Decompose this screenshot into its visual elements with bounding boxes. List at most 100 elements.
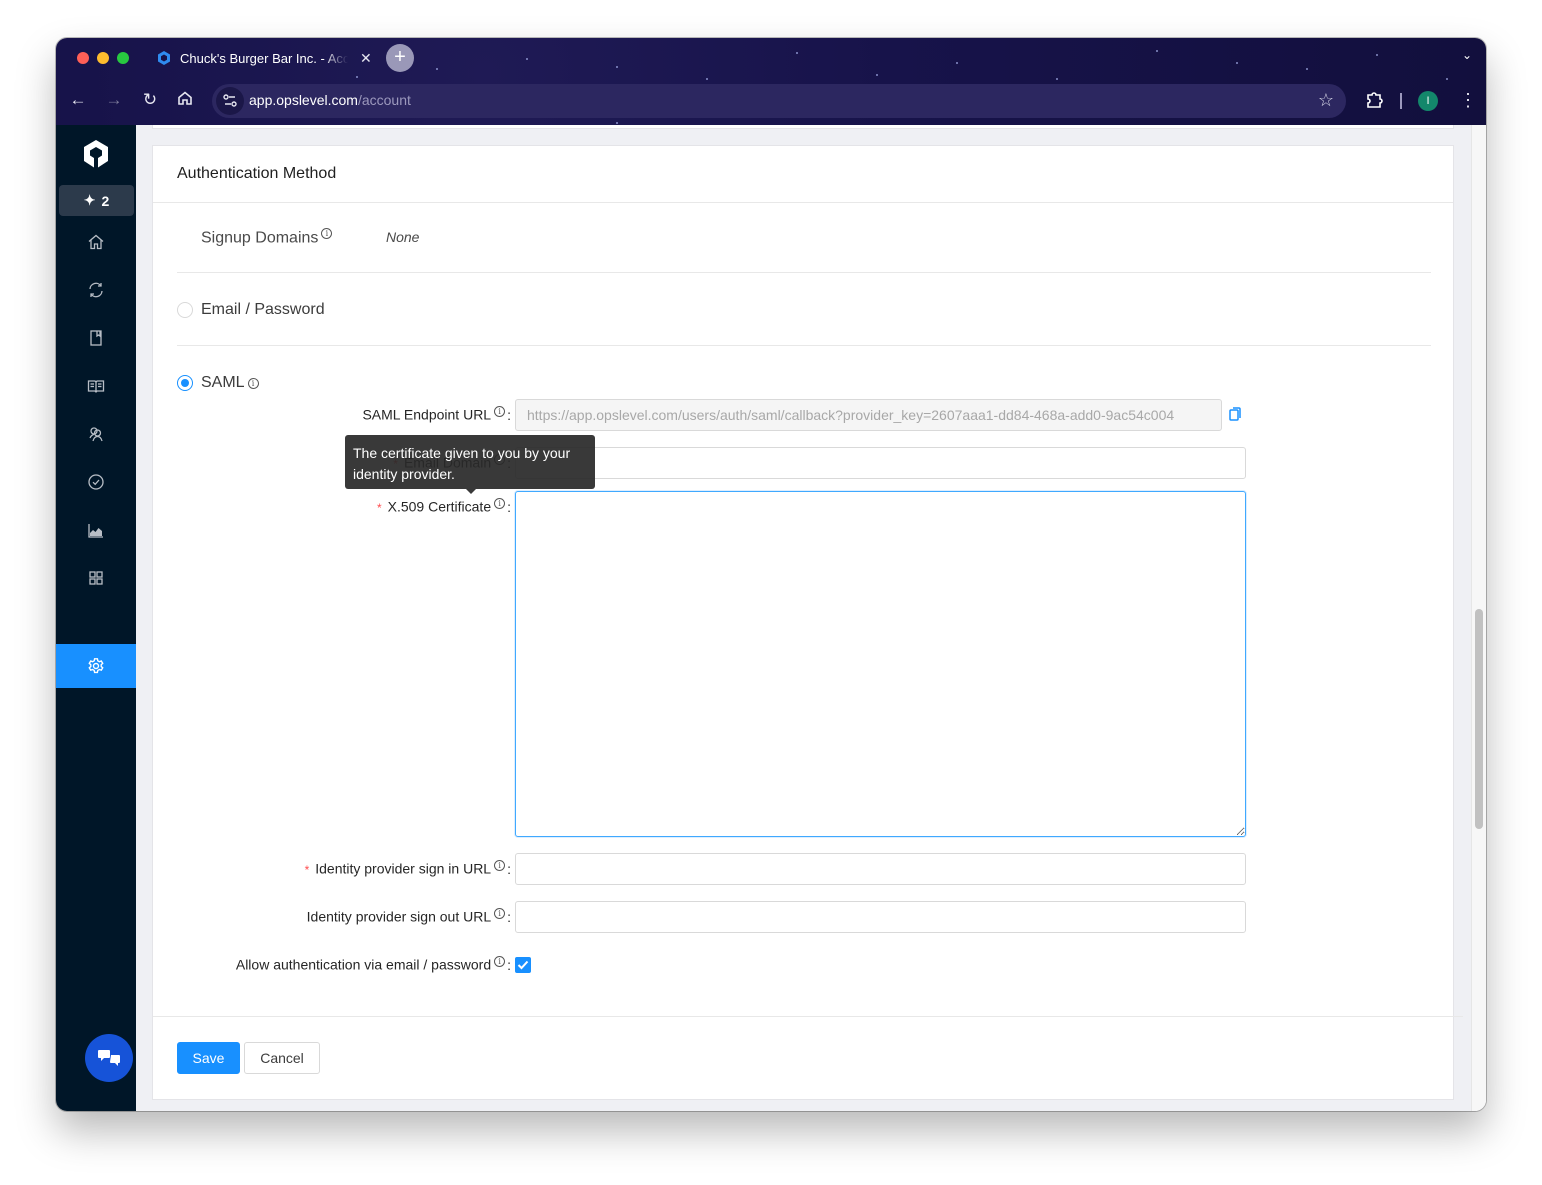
sparkle-icon: ✦ — [83, 192, 96, 208]
authentication-method-card: Authentication Method Signup Domains i No… — [152, 145, 1463, 1100]
extensions-puzzle-icon[interactable] — [1364, 90, 1384, 110]
divider — [177, 272, 1431, 273]
sidebar-item-integrations[interactable] — [56, 556, 136, 600]
label-text: X.509 Certificate — [387, 498, 492, 515]
sign-in-url-row: * Identity provider sign in URL i: — [177, 853, 1277, 885]
browser-tab[interactable]: Chuck's Burger Bar Inc. - Account ✕ — [146, 44, 382, 72]
info-icon[interactable]: i — [494, 406, 506, 417]
email-domain-row: *Email Domaini: — [177, 447, 1277, 479]
sidebar-item-home[interactable] — [56, 220, 136, 264]
desktop: Chuck's Burger Bar Inc. - Account ✕ + ⌄ … — [0, 0, 1542, 1185]
radio-label: Email / Password — [201, 301, 325, 318]
minimize-window-button[interactable] — [97, 52, 109, 64]
book-icon — [90, 330, 102, 346]
browser-menu-icon[interactable]: ⋮ — [1459, 90, 1477, 111]
opslevel-logo-icon[interactable] — [82, 139, 110, 169]
reload-icon[interactable]: ↻ — [139, 90, 161, 110]
sidebar-item-checks[interactable] — [56, 460, 136, 504]
site-settings-icon[interactable] — [216, 87, 244, 115]
ai-assistant-badge[interactable]: ✦ 2 — [59, 185, 134, 216]
url-path: /account — [357, 92, 411, 108]
info-icon[interactable]: i — [494, 498, 506, 509]
info-icon[interactable]: i — [247, 377, 259, 389]
saml-endpoint-label: SAML Endpoint URL i: — [362, 406, 511, 423]
sidebar: ✦ 2 — [56, 125, 136, 1111]
chat-bubbles-icon — [98, 1050, 120, 1066]
signup-domains-label: Signup Domains i — [201, 228, 333, 247]
radio-button[interactable] — [177, 375, 193, 391]
url-text[interactable]: app.opslevel.com/account — [249, 92, 411, 108]
users-icon — [89, 427, 103, 442]
save-button[interactable]: Save — [177, 1042, 240, 1074]
radio-saml[interactable]: SAML i — [177, 374, 259, 392]
close-window-button[interactable] — [77, 52, 89, 64]
tab-title: Chuck's Burger Bar Inc. - Account — [180, 50, 348, 66]
url-domain: app.opslevel.com — [249, 92, 358, 108]
home-icon — [88, 234, 104, 250]
tab-close-icon[interactable]: ✕ — [360, 50, 372, 67]
sidebar-item-teams[interactable] — [56, 412, 136, 456]
checkmark-icon — [517, 960, 529, 970]
page-scrollbar[interactable] — [1471, 125, 1486, 1111]
certificate-row: * X.509 Certificate i: — [177, 491, 1277, 837]
window-controls — [77, 52, 129, 64]
sidebar-item-catalog[interactable] — [56, 316, 136, 360]
allow-password-label: Allow authentication via email / passwor… — [235, 956, 511, 973]
sync-icon — [89, 282, 103, 298]
open-book-icon — [87, 380, 105, 393]
sidebar-item-settings[interactable] — [56, 644, 136, 688]
saml-endpoint-input[interactable]: https://app.opslevel.com/users/auth/saml… — [515, 399, 1222, 431]
ai-badge-count: 2 — [101, 192, 110, 209]
certificate-label: * X.509 Certificate i: — [376, 498, 511, 515]
main-content: Authentication Method Signup Domains i No… — [136, 125, 1486, 1111]
gear-icon — [88, 658, 104, 674]
allow-password-checkbox[interactable] — [515, 957, 531, 973]
home-icon[interactable] — [174, 90, 196, 111]
signup-domains-text: Signup Domains — [201, 229, 319, 247]
required-marker: * — [304, 862, 310, 877]
required-marker: * — [376, 500, 382, 515]
info-icon[interactable]: i — [321, 228, 333, 239]
sign-in-url-input[interactable] — [515, 853, 1246, 885]
maximize-window-button[interactable] — [117, 52, 129, 64]
sidebar-item-docs[interactable] — [56, 364, 136, 408]
new-tab-button[interactable]: + — [386, 44, 414, 72]
opslevel-favicon-icon — [158, 51, 170, 65]
label-text: SAML Endpoint URL — [362, 406, 492, 423]
support-chat-button[interactable] — [85, 1034, 133, 1082]
scrollbar-thumb[interactable] — [1475, 609, 1483, 829]
sign-out-url-row: Identity provider sign out URL i: — [177, 901, 1277, 933]
certificate-textarea[interactable] — [515, 491, 1246, 837]
info-icon[interactable]: i — [494, 860, 506, 871]
saml-endpoint-row: SAML Endpoint URL i: https://app.opslevel… — [177, 399, 1277, 431]
toolbar-divider — [1400, 93, 1402, 109]
profile-avatar[interactable]: I — [1418, 91, 1438, 111]
label-text: Identity provider sign out URL — [306, 908, 492, 925]
bookmark-star-icon[interactable]: ☆ — [1318, 90, 1334, 111]
sign-out-url-label: Identity provider sign out URL i: — [306, 908, 511, 925]
sign-out-url-input[interactable] — [515, 901, 1246, 933]
certificate-tooltip: The certificate given to you by your ide… — [345, 435, 595, 494]
forward-arrow-icon[interactable]: → — [103, 90, 125, 110]
email-domain-input[interactable] — [515, 447, 1246, 479]
address-bar[interactable]: app.opslevel.com/account ☆ — [212, 84, 1346, 118]
browser-chrome: Chuck's Burger Bar Inc. - Account ✕ + ⌄ … — [56, 38, 1486, 125]
sidebar-item-sync[interactable] — [56, 268, 136, 312]
check-circle-icon — [88, 474, 104, 490]
back-arrow-icon[interactable]: ← — [67, 90, 89, 110]
copy-icon[interactable] — [1228, 406, 1242, 422]
radio-email-password[interactable]: Email / Password — [177, 301, 325, 319]
info-icon[interactable]: i — [494, 908, 506, 919]
radio-label: SAML — [201, 374, 245, 391]
sign-in-url-label: * Identity provider sign in URL i: — [304, 860, 511, 877]
browser-window: Chuck's Burger Bar Inc. - Account ✕ + ⌄ … — [56, 38, 1486, 1111]
radio-button[interactable] — [177, 302, 193, 318]
info-icon[interactable]: i — [494, 956, 506, 967]
cancel-button[interactable]: Cancel — [244, 1042, 320, 1074]
area-chart-icon — [88, 524, 103, 538]
label-text: Allow authentication via email / passwor… — [235, 956, 492, 973]
tab-search-chevron-icon[interactable]: ⌄ — [1462, 48, 1472, 62]
sidebar-item-reports[interactable] — [56, 508, 136, 552]
label-text: Identity provider sign in URL — [315, 860, 492, 877]
signup-domains-value: None — [386, 229, 420, 245]
